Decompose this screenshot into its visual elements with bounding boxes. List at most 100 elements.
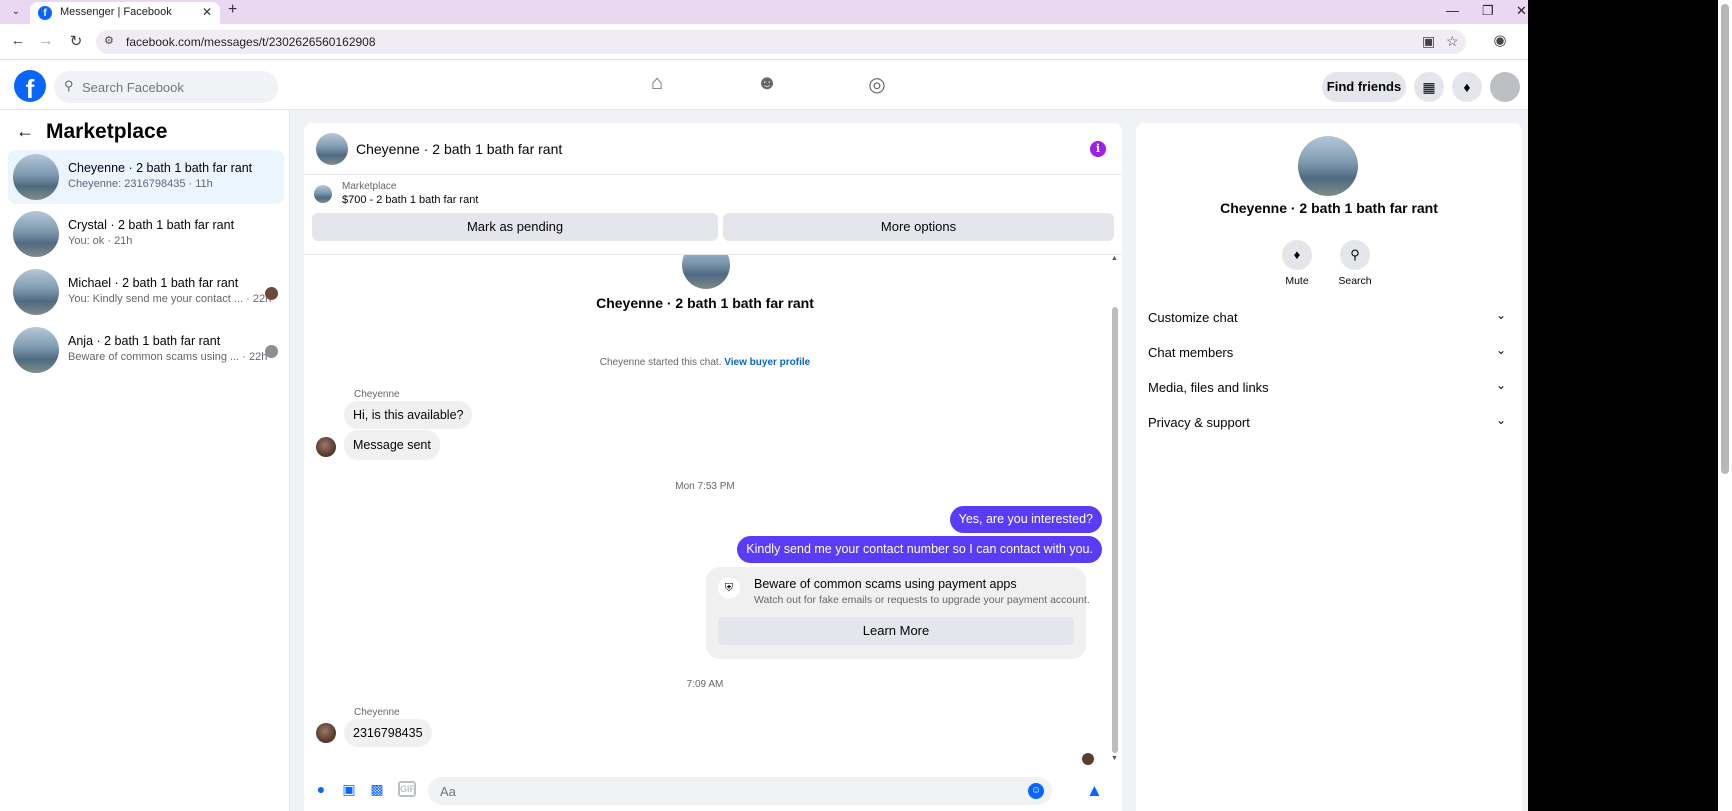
tab-close-icon[interactable]: ✕ [202, 5, 212, 19]
incoming-message[interactable]: 2316798435 [344, 719, 432, 747]
address-bar[interactable]: ⚙ facebook.com/messages/t/23026265601629… [96, 30, 1466, 54]
chat-title[interactable]: Cheyenne · 2 bath 1 bath far rant [356, 141, 562, 157]
seen-avatar [265, 287, 278, 300]
listing-thumbnail [314, 185, 332, 203]
section-privacy-support[interactable]: Privacy & support ⌄ [1148, 407, 1510, 437]
conversation-item[interactable]: Michael · 2 bath 1 bath far rant You: Ki… [8, 265, 284, 319]
chat-header: Cheyenne · 2 bath 1 bath far rant i [304, 123, 1122, 175]
conversation-name: Crystal · 2 bath 1 bath far rant [68, 218, 235, 232]
find-friends-button[interactable]: Find friends [1322, 72, 1406, 102]
conversation-info-panel: Cheyenne · 2 bath 1 bath far rant ♦ Mute… [1136, 123, 1522, 811]
tab-search-chevron-icon[interactable]: ⌄ [8, 4, 24, 20]
chat-started-notice: Cheyenne started this chat. View buyer p… [304, 357, 1106, 368]
restore-icon[interactable]: ❐ [1482, 3, 1494, 19]
conversation-name: Michael · 2 bath 1 bath far rant [68, 276, 239, 290]
conversation-name: Anja · 2 bath 1 bath far rant [68, 334, 221, 348]
browser-tab[interactable]: f Messenger | Facebook ✕ [30, 2, 220, 24]
conversation-item[interactable]: Cheyenne · 2 bath 1 bath far rant Cheyen… [8, 150, 284, 204]
conversation-preview: You: ok · 21h [68, 235, 133, 247]
marketplace-sidebar: ← Marketplace Cheyenne · 2 bath 1 bath f… [0, 110, 290, 811]
back-arrow-icon[interactable]: ← [16, 121, 34, 142]
thumbs-up-icon[interactable]: ▲ [1086, 781, 1103, 801]
scrollbar-thumb[interactable] [1112, 307, 1118, 753]
listing-thumbnail [13, 327, 59, 373]
facebook-favicon-icon: f [38, 6, 52, 20]
outgoing-message[interactable]: Yes, are you interested? [949, 506, 1102, 533]
scroll-up-icon[interactable]: ▲ [1111, 255, 1118, 262]
message-input-wrapper[interactable]: ☺ [428, 777, 1052, 805]
conversation-item[interactable]: Crystal · 2 bath 1 bath far rant You: ok… [8, 207, 284, 261]
search-icon[interactable]: ⚲ [1340, 240, 1370, 270]
scam-warning-text: Watch out for fake emails or requests to… [754, 594, 1090, 606]
scroll-down-icon[interactable]: ▼ [1111, 755, 1118, 762]
section-label: Chat members [1148, 345, 1234, 360]
browser-tab-strip: ⌄ f Messenger | Facebook ✕ + — ❐ ✕ [0, 0, 1528, 24]
seen-avatar [265, 345, 278, 358]
mute-action[interactable]: ♦ Mute [1272, 240, 1322, 287]
search-action[interactable]: ⚲ Search [1330, 240, 1380, 287]
page-scrollbar[interactable] [1718, 0, 1732, 811]
page-scrollbar-thumb[interactable] [1721, 4, 1729, 474]
new-tab-icon[interactable]: + [228, 1, 237, 19]
bookmark-star-icon[interactable]: ☆ [1446, 33, 1459, 50]
learn-more-button[interactable]: Learn More [718, 617, 1074, 645]
sender-avatar[interactable] [316, 723, 336, 743]
conversation-preview: Beware of common scams using ... · 22h [68, 351, 268, 363]
forward-arrow-icon[interactable]: → [36, 32, 56, 49]
scam-warning-title: Beware of common scams using payment app… [754, 577, 1017, 591]
conversation-preview: Cheyenne: 2316798435 · 11h [68, 178, 213, 190]
address-url: facebook.com/messages/t/23026265601629​0… [126, 35, 376, 49]
app-window: ⌄ f Messenger | Facebook ✕ + — ❐ ✕ ← → ↻… [0, 0, 1528, 811]
window-close-icon[interactable]: ✕ [1516, 3, 1527, 19]
site-settings-icon[interactable]: ⚙ [104, 34, 114, 47]
message-input[interactable] [440, 777, 1000, 805]
search-input[interactable] [82, 71, 272, 103]
bell-icon[interactable]: ♦ [1282, 240, 1312, 270]
install-app-icon[interactable]: ▣ [1422, 33, 1435, 50]
section-media-files-links[interactable]: Media, files and links ⌄ [1148, 372, 1510, 402]
view-buyer-profile-link[interactable]: View buyer profile [724, 357, 810, 368]
section-label: Customize chat [1148, 310, 1238, 325]
chat-thumbnail[interactable] [316, 133, 348, 165]
conversation-info-icon[interactable]: i [1090, 141, 1106, 157]
chevron-down-icon: ⌄ [1495, 378, 1506, 392]
listing-thumbnail [13, 269, 59, 315]
minimize-icon[interactable]: — [1446, 3, 1459, 18]
facebook-logo-icon[interactable]: f [14, 70, 46, 104]
microphone-icon[interactable]: ● [312, 781, 330, 797]
conversation-item[interactable]: Anja · 2 bath 1 bath far rant Beware of … [8, 323, 284, 377]
gif-icon[interactable]: GIF [398, 781, 416, 797]
back-arrow-icon[interactable]: ← [8, 32, 28, 49]
section-customize-chat[interactable]: Customize chat ⌄ [1148, 302, 1510, 332]
incoming-message[interactable]: Message sent [344, 430, 440, 460]
chat-center-title: Cheyenne · 2 bath 1 bath far rant [596, 295, 814, 311]
sidebar-title: Marketplace [46, 120, 168, 143]
incoming-message[interactable]: Hi, is this available? [344, 401, 473, 429]
friends-icon[interactable]: ☻ [752, 72, 782, 95]
photo-icon[interactable]: ▣ [340, 781, 358, 798]
sender-avatar[interactable] [316, 437, 336, 457]
home-icon[interactable]: ⌂ [642, 72, 672, 95]
groups-icon[interactable]: ◎ [862, 72, 892, 97]
started-text: Cheyenne started this chat. [599, 357, 722, 368]
mark-as-pending-button[interactable]: Mark as pending [312, 213, 718, 241]
account-avatar[interactable] [1490, 72, 1520, 102]
chat-panel: Cheyenne · 2 bath 1 bath far rant i Mark… [304, 123, 1122, 811]
notifications-bell-icon[interactable]: ♦ [1452, 72, 1482, 102]
marketplace-label: Marketplace [342, 181, 397, 192]
section-chat-members[interactable]: Chat members ⌄ [1148, 337, 1510, 367]
sender-name: Cheyenne [354, 389, 400, 400]
emoji-icon[interactable]: ☺ [1028, 783, 1044, 799]
facebook-search[interactable]: ⚲ [54, 71, 278, 103]
outgoing-message[interactable]: Kindly send me your contact number so I … [737, 536, 1102, 563]
menu-grid-icon[interactable]: ▦ [1414, 72, 1444, 102]
sticker-icon[interactable]: ▩ [368, 781, 386, 798]
reload-icon[interactable]: ↻ [66, 32, 86, 50]
listing-thumbnail [13, 211, 59, 257]
profile-icon[interactable]: ◉ [1490, 31, 1510, 49]
message-scrollbar[interactable]: ▲ ▼ [1110, 255, 1120, 767]
more-options-button[interactable]: More options [723, 213, 1114, 241]
listing-profile-thumbnail[interactable] [1298, 136, 1358, 196]
chevron-down-icon: ⌄ [1495, 343, 1506, 357]
listing-price[interactable]: $700 - 2 bath 1 bath far rant [342, 194, 478, 206]
